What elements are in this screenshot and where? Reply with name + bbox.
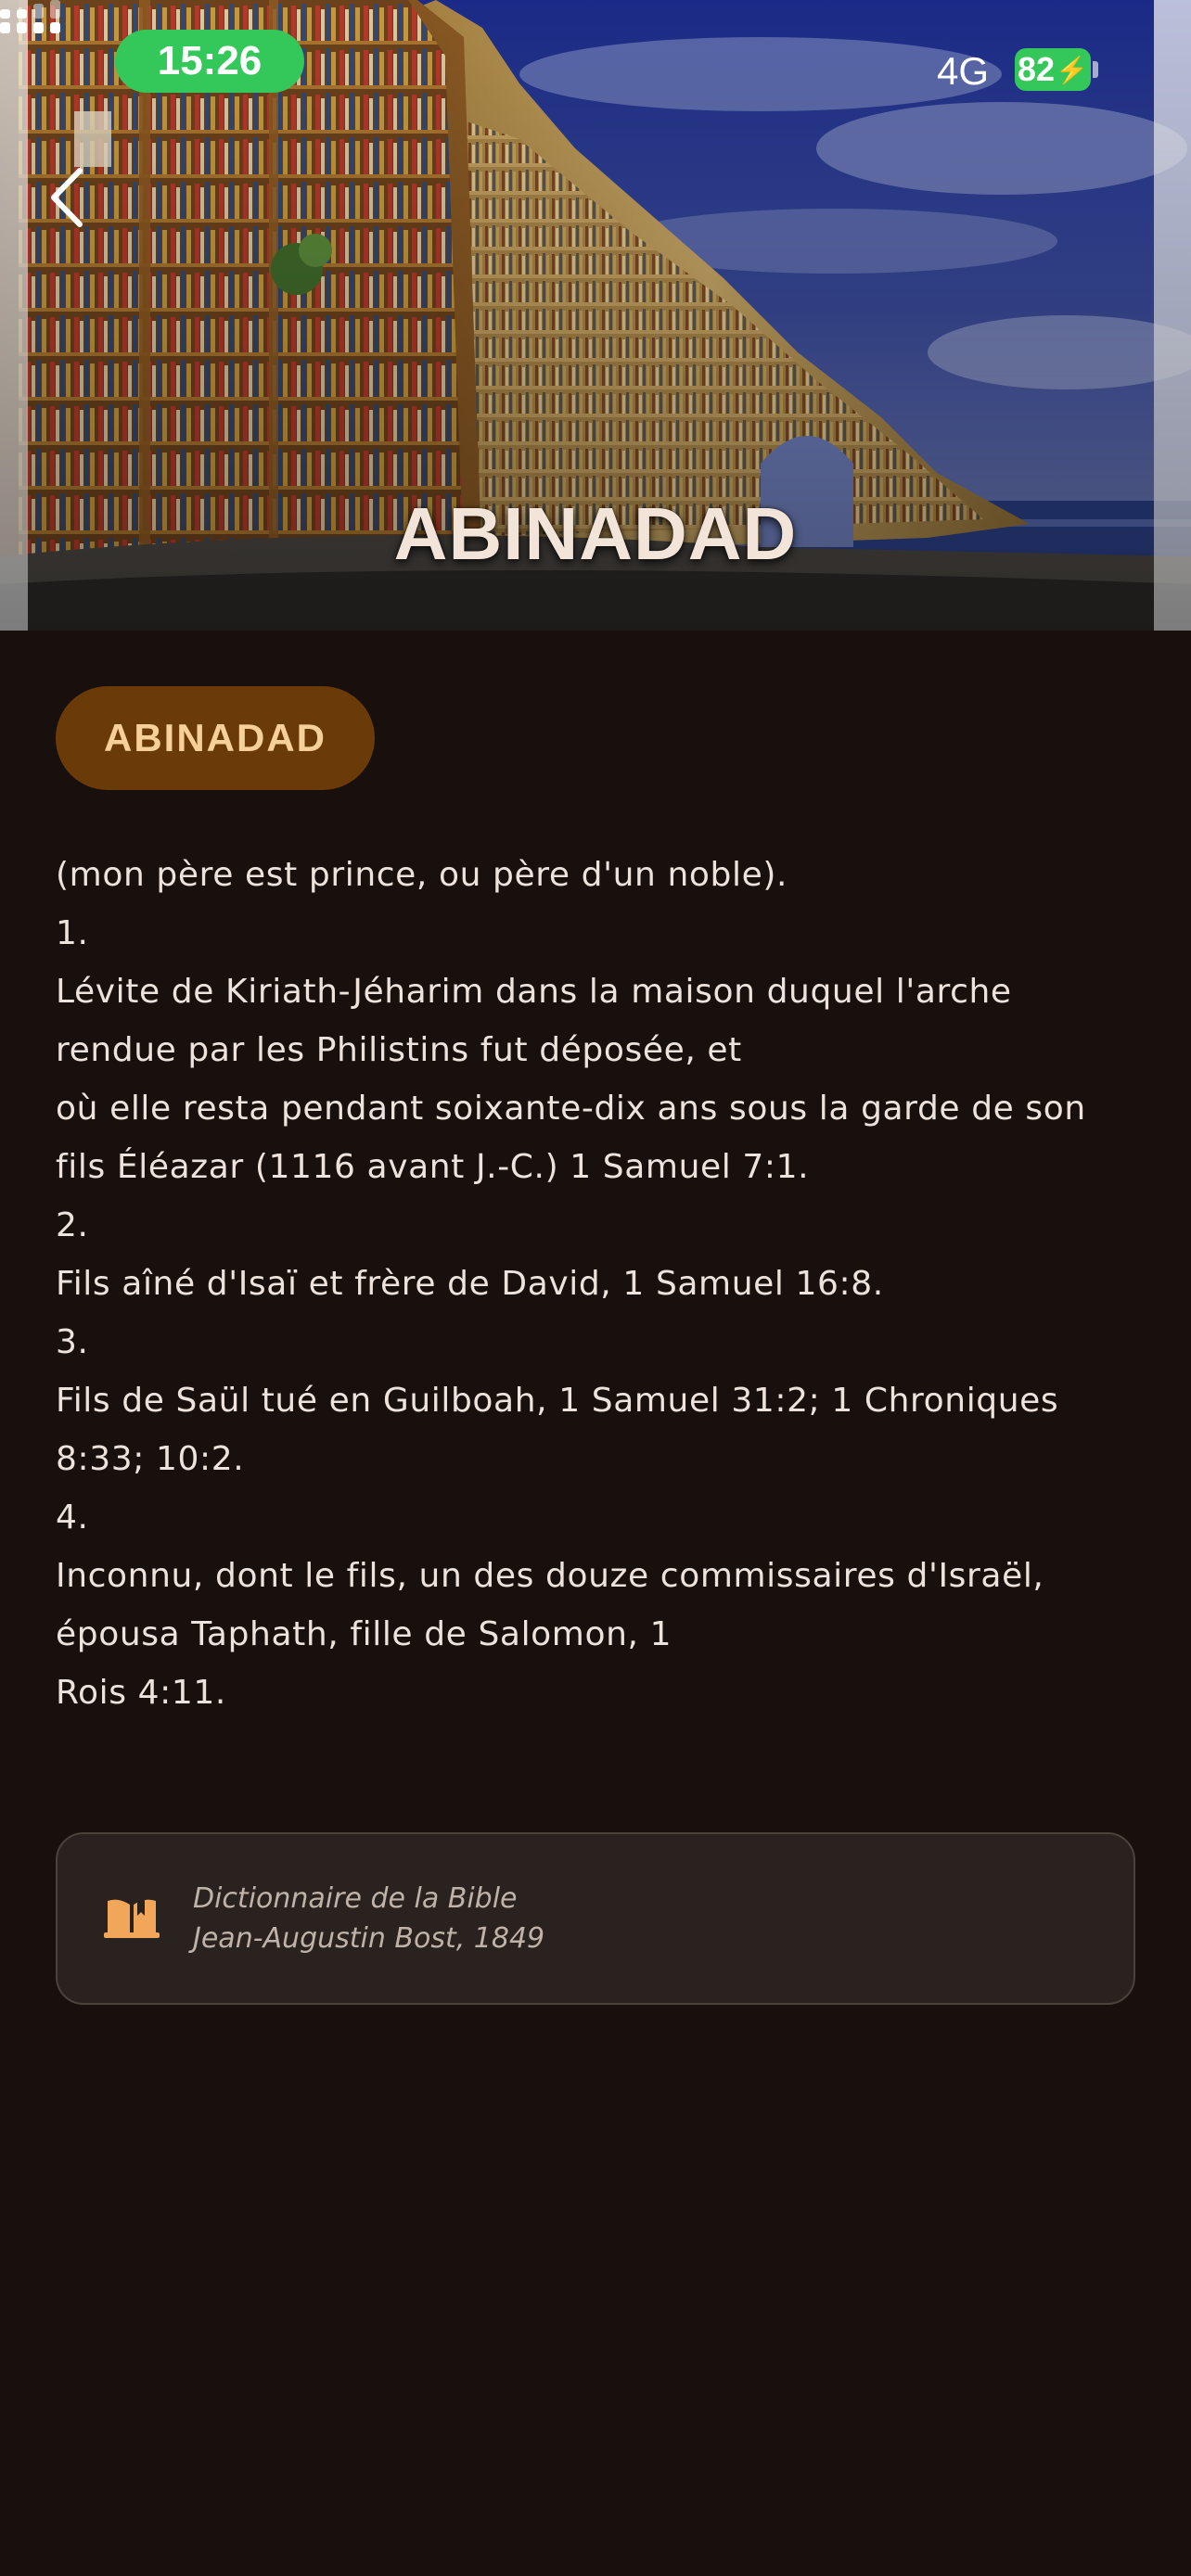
definition-line: épousa Taphath, fille de Salomon, 1 [56,1615,672,1653]
status-time: 15:26 [115,30,304,93]
source-title: Dictionnaire de la Bible [193,1882,518,1915]
network-type: 4G [937,49,990,93]
definition-line: Rois 4:11. [56,1674,226,1712]
charging-bolt-icon: ⚡ [1056,55,1088,84]
entry-tag: ABINADAD [56,686,375,790]
source-card: Dictionnaire de la Bible Jean-Augustin B… [56,1832,1135,2005]
cellular-signal-icon [0,0,60,33]
definition-line: où elle resta pendant soixante-dix ans s… [56,1090,1086,1128]
definition-line: 4. [56,1498,89,1537]
definition-line: 1. [56,914,89,952]
definition-line: Lévite de Kiriath-Jéharim dans la maison… [56,973,1012,1011]
battery-cap [1093,61,1098,78]
chevron-left-icon [51,168,83,227]
battery-indicator: 82 ⚡ [1015,48,1091,91]
definition-line: 3. [56,1323,89,1361]
open-book-icon [104,1899,160,1938]
page-title: ABINADAD [393,492,798,575]
battery-level: 82 [1018,50,1056,88]
definition-line: 2. [56,1206,89,1244]
definition-line: fils Éléazar (1116 avant J.-C.) 1 Samuel… [56,1148,810,1186]
source-citation: Dictionnaire de la Bible Jean-Augustin B… [193,1879,544,1958]
definition-line: (mon père est prince, ou père d'un noble… [56,856,788,894]
entry-definition: (mon père est prince, ou père d'un noble… [56,846,1141,1722]
definition-line: Fils de Saül tué en Guilboah, 1 Samuel 3… [56,1382,1059,1420]
back-button[interactable] [46,167,111,250]
definition-line: rendue par les Philistins fut déposée, e… [56,1031,742,1069]
definition-line: 8:33; 10:2. [56,1440,245,1478]
definition-line: Fils aîné d'Isaï et frère de David, 1 Sa… [56,1265,884,1303]
source-author: Jean-Augustin Bost, 1849 [193,1922,545,1955]
hero-banner: 15:26 4G 82 ⚡ ABINADAD [0,0,1191,631]
definition-line: Inconnu, dont le fils, un des douze comm… [56,1557,1044,1595]
dictionary-entry-screen: 15:26 4G 82 ⚡ ABINADAD ABINADAD (mon pèr… [0,0,1191,2576]
